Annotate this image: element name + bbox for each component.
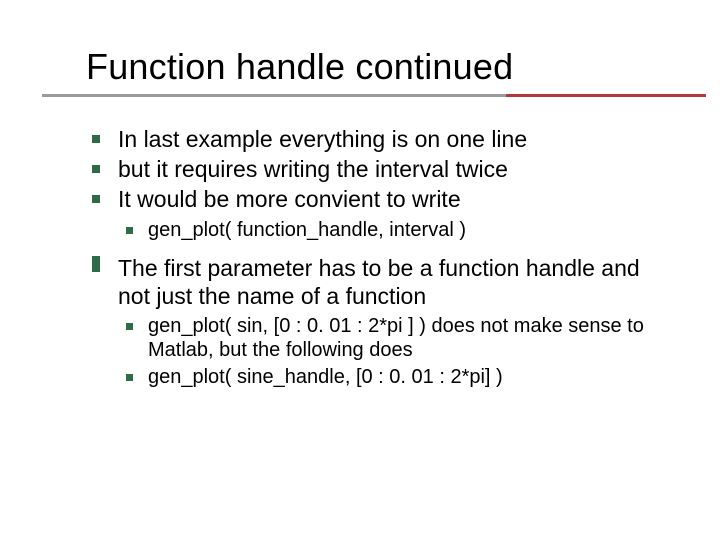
bullet-text: gen_plot( sin, [0 : 0. 01 : 2*pi ] ) doe…	[148, 315, 644, 361]
list-item: gen_plot( function_handle, interval )	[118, 218, 676, 242]
underline-accent	[506, 94, 706, 97]
slide: Function handle continued In last exampl…	[0, 0, 720, 540]
spacer	[86, 246, 676, 252]
bullet-text: gen_plot( function_handle, interval )	[148, 219, 466, 241]
bullet-list: In last example everything is on one lin…	[86, 125, 676, 389]
slide-body: In last example everything is on one lin…	[86, 125, 676, 389]
bullet-text: The first parameter has to be a function…	[118, 255, 640, 309]
sub-bullet-list: gen_plot( sin, [0 : 0. 01 : 2*pi ] ) doe…	[118, 314, 676, 389]
list-item: In last example everything is on one lin…	[86, 125, 676, 153]
slide-title: Function handle continued	[86, 46, 676, 87]
list-item: gen_plot( sin, [0 : 0. 01 : 2*pi ] ) doe…	[118, 314, 676, 363]
bullet-text: gen_plot( sine_handle, [0 : 0. 01 : 2*pi…	[148, 366, 503, 388]
list-item: but it requires writing the interval twi…	[86, 155, 676, 183]
title-area: Function handle continued	[86, 46, 676, 97]
sub-bullet-list: gen_plot( function_handle, interval )	[118, 218, 676, 242]
list-item: The first parameter has to be a function…	[86, 254, 676, 389]
list-item: gen_plot( sine_handle, [0 : 0. 01 : 2*pi…	[118, 365, 676, 389]
bullet-text: It would be more convient to write	[118, 186, 461, 212]
bullet-text: but it requires writing the interval twi…	[118, 156, 508, 182]
title-underline	[42, 94, 706, 97]
list-item: It would be more convient to write gen_p…	[86, 185, 676, 241]
bullet-text: In last example everything is on one lin…	[118, 126, 527, 152]
